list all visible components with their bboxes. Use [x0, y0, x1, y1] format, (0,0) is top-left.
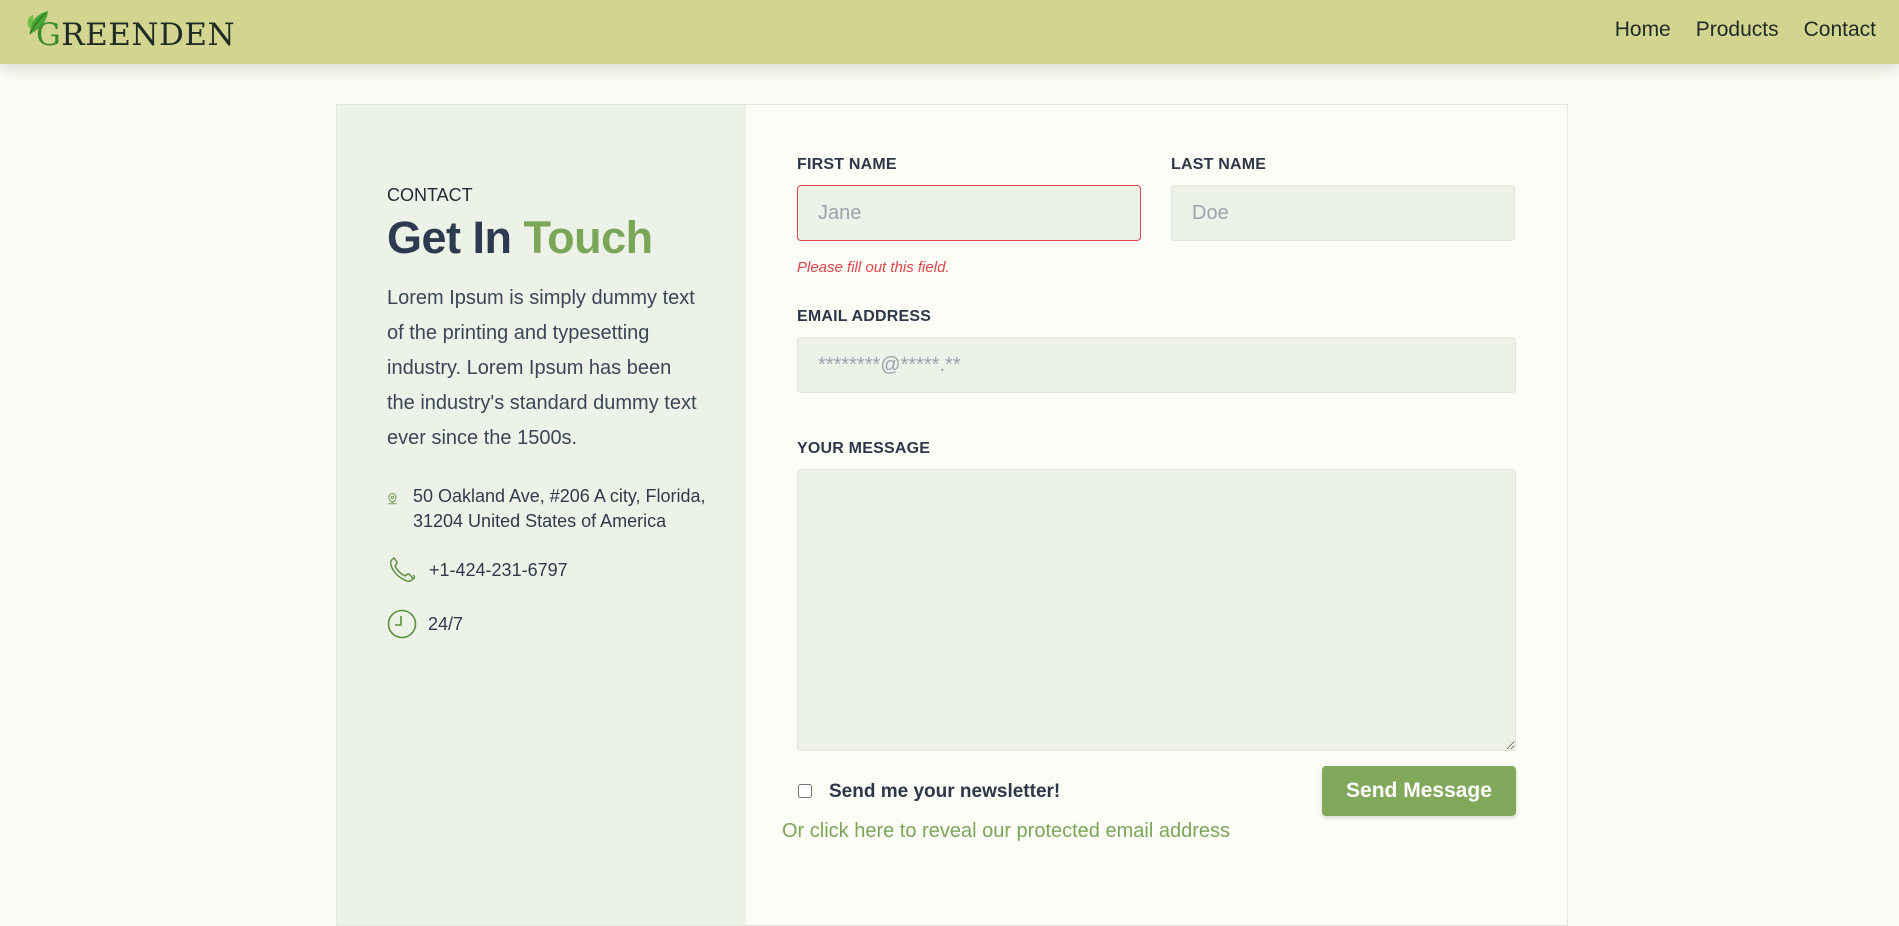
clock-icon: [387, 609, 417, 639]
leaf-icon: [27, 11, 48, 35]
nav-contact-link[interactable]: Contact: [1804, 18, 1876, 42]
section-tag: CONTACT: [387, 185, 473, 205]
title-accent: Touch: [523, 212, 654, 263]
contact-form: FIRST NAME Please fill out this field. L…: [782, 105, 1517, 925]
last-name-field[interactable]: [1171, 185, 1515, 241]
nav-products-link[interactable]: Products: [1696, 18, 1779, 42]
nav-home-link[interactable]: Home: [1615, 18, 1671, 42]
first-name-label: FIRST NAME: [797, 156, 897, 173]
contact-description: Lorem Ipsum is simply dummy text of the …: [387, 287, 697, 449]
reveal-email-link[interactable]: Or click here to reveal our protected em…: [782, 820, 1230, 843]
last-name-label: LAST NAME: [1171, 156, 1267, 173]
map-pin-icon: [388, 493, 397, 505]
address-row: 50 Oakland Ave, #206 A city, Florida, 31…: [387, 484, 706, 534]
hours-row: 24/7: [387, 609, 463, 639]
hours-text: 24/7: [428, 614, 464, 634]
contact-info-panel: CONTACT Get In Touch Lorem Ipsum is simp…: [337, 105, 746, 925]
brand-logo[interactable]: GREENDEN: [26, 10, 235, 54]
email-label: EMAIL ADDRESS: [797, 308, 932, 325]
message-label: YOUR MESSAGE: [797, 440, 931, 457]
brand-rest: REENDEN: [61, 17, 236, 53]
first-name-error: Please fill out this field.: [797, 259, 950, 276]
page-title: Get In Touch: [387, 212, 653, 264]
phone-text[interactable]: +1-424-231-6797: [429, 555, 568, 585]
send-message-button[interactable]: Send Message: [1322, 766, 1516, 816]
email-field[interactable]: [797, 337, 1516, 393]
first-name-field[interactable]: [797, 185, 1141, 241]
main-nav: Home Products Contact: [1615, 18, 1876, 42]
title-main: Get In: [387, 212, 512, 263]
address-text: 50 Oakland Ave, #206 A city, Florida, 31…: [413, 484, 706, 534]
newsletter-checkbox[interactable]: [798, 784, 812, 798]
message-field[interactable]: [797, 469, 1516, 751]
top-navbar: GREENDEN Home Products Contact: [0, 0, 1899, 64]
address-line-1: 50 Oakland Ave, #206 A city, Florida,: [413, 486, 706, 506]
address-line-2: 31204 United States of America: [413, 511, 667, 531]
phone-row: +1-424-231-6797: [387, 555, 568, 585]
phone-icon: [390, 557, 416, 582]
brand-name: GREENDEN: [36, 17, 235, 53]
newsletter-label[interactable]: Send me your newsletter!: [829, 781, 1060, 803]
contact-card: CONTACT Get In Touch Lorem Ipsum is simp…: [336, 104, 1568, 926]
